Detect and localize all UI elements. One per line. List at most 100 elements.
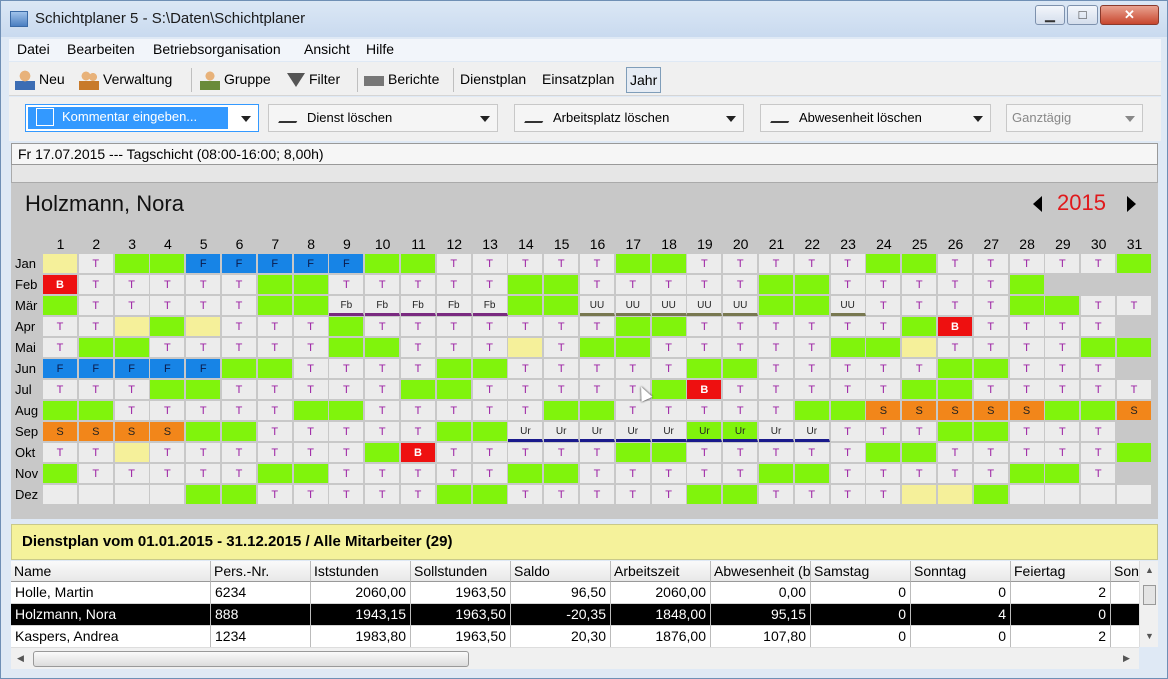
menu-datei[interactable]: Datei — [17, 41, 50, 57]
day-cell[interactable]: T — [723, 254, 759, 274]
day-cell[interactable] — [615, 443, 651, 463]
table-cell[interactable]: 1963,50 — [411, 626, 511, 647]
day-cell[interactable]: T — [329, 422, 365, 442]
day-cell[interactable] — [973, 422, 1009, 442]
table-cell[interactable]: 0 — [811, 582, 911, 604]
day-cell[interactable]: T — [866, 422, 902, 442]
day-cell[interactable]: T — [1081, 317, 1117, 337]
day-cell[interactable]: T — [544, 254, 580, 274]
day-cell[interactable]: T — [114, 380, 150, 400]
day-cell[interactable] — [114, 254, 150, 274]
vertical-scroll-thumb[interactable] — [1143, 585, 1156, 605]
day-cell[interactable] — [794, 275, 830, 295]
day-cell[interactable]: T — [186, 464, 222, 484]
day-cell[interactable]: F — [150, 359, 186, 379]
column-header[interactable]: Samstag — [811, 561, 911, 582]
day-cell[interactable]: UU — [687, 296, 723, 316]
day-cell[interactable]: T — [973, 338, 1009, 358]
day-cell[interactable]: S — [902, 401, 938, 421]
column-header[interactable]: Sollstunden — [411, 561, 511, 582]
day-cell[interactable]: T — [186, 338, 222, 358]
day-cell[interactable]: T — [687, 401, 723, 421]
day-cell[interactable]: T — [401, 317, 436, 337]
day-cell[interactable] — [150, 485, 186, 505]
day-cell[interactable]: T — [78, 443, 114, 463]
day-cell[interactable]: T — [973, 464, 1009, 484]
day-cell[interactable]: T — [544, 338, 580, 358]
day-cell[interactable] — [293, 296, 329, 316]
day-cell[interactable]: T — [687, 338, 723, 358]
day-cell[interactable]: T — [508, 485, 544, 505]
neu-button[interactable]: Neu — [15, 67, 65, 93]
day-cell[interactable]: T — [1009, 443, 1045, 463]
day-cell[interactable]: F — [293, 254, 329, 274]
day-cell[interactable]: T — [902, 296, 938, 316]
day-cell[interactable]: T — [651, 359, 687, 379]
day-cell[interactable]: T — [1009, 359, 1045, 379]
day-cell[interactable]: T — [794, 443, 830, 463]
table-cell[interactable]: 1234 — [211, 626, 311, 647]
day-cell[interactable]: T — [329, 359, 365, 379]
day-cell[interactable]: T — [973, 254, 1009, 274]
day-cell[interactable]: T — [293, 380, 329, 400]
table-cell[interactable]: Kaspers, Andrea — [11, 626, 211, 647]
day-cell[interactable] — [222, 359, 257, 379]
day-cell[interactable]: T — [973, 317, 1009, 337]
day-cell[interactable]: T — [973, 296, 1009, 316]
day-cell[interactable] — [150, 254, 186, 274]
horizontal-scrollbar[interactable]: ◀ ▶ — [11, 647, 1139, 669]
day-cell[interactable]: T — [580, 275, 615, 295]
day-cell[interactable] — [615, 254, 651, 274]
day-cell[interactable]: T — [1009, 422, 1045, 442]
day-cell[interactable] — [544, 296, 580, 316]
day-cell[interactable]: B — [938, 317, 973, 337]
day-cell[interactable]: T — [938, 338, 973, 358]
day-cell[interactable] — [293, 401, 329, 421]
day-cell[interactable] — [257, 464, 293, 484]
day-cell[interactable]: T — [436, 401, 472, 421]
day-cell[interactable]: T — [222, 296, 257, 316]
table-cell[interactable]: 1963,50 — [411, 604, 511, 626]
day-cell[interactable] — [1117, 338, 1152, 358]
day-cell[interactable]: F — [78, 359, 114, 379]
day-cell[interactable]: T — [186, 275, 222, 295]
column-header[interactable]: Feiertag — [1011, 561, 1111, 582]
day-cell[interactable] — [508, 464, 544, 484]
day-cell[interactable]: T — [973, 275, 1009, 295]
day-cell[interactable] — [186, 485, 222, 505]
day-cell[interactable]: T — [723, 338, 759, 358]
day-cell[interactable] — [78, 401, 114, 421]
day-cell[interactable]: T — [902, 359, 938, 379]
day-cell[interactable]: T — [1081, 422, 1117, 442]
day-cell[interactable]: Ur — [723, 422, 759, 442]
day-cell[interactable]: T — [1045, 380, 1081, 400]
day-cell[interactable]: T — [687, 275, 723, 295]
day-cell[interactable]: B — [43, 275, 78, 295]
day-cell[interactable]: T — [472, 443, 508, 463]
table-cell[interactable]: 0 — [811, 626, 911, 647]
day-cell[interactable] — [1045, 464, 1081, 484]
day-cell[interactable] — [329, 317, 365, 337]
day-cell[interactable]: T — [472, 464, 508, 484]
next-year-icon[interactable] — [1127, 196, 1136, 212]
column-header[interactable]: Arbeitszeit — [611, 561, 711, 582]
day-cell[interactable]: Ur — [759, 422, 794, 442]
day-cell[interactable]: Ur — [794, 422, 830, 442]
day-cell[interactable]: T — [78, 380, 114, 400]
day-cell[interactable] — [114, 443, 150, 463]
day-cell[interactable]: T — [508, 317, 544, 337]
day-cell[interactable] — [43, 296, 78, 316]
day-cell[interactable]: T — [114, 401, 150, 421]
day-cell[interactable]: T — [973, 380, 1009, 400]
day-cell[interactable]: T — [759, 485, 794, 505]
day-cell[interactable]: UU — [615, 296, 651, 316]
day-cell[interactable]: T — [1009, 338, 1045, 358]
day-cell[interactable] — [651, 317, 687, 337]
day-cell[interactable] — [1081, 401, 1117, 421]
day-cell[interactable] — [759, 296, 794, 316]
table-cell[interactable]: 96,50 — [511, 582, 611, 604]
day-cell[interactable]: T — [794, 380, 830, 400]
day-cell[interactable] — [257, 296, 293, 316]
column-header[interactable]: Name — [11, 561, 211, 582]
table-cell[interactable]: 0 — [1011, 604, 1111, 626]
